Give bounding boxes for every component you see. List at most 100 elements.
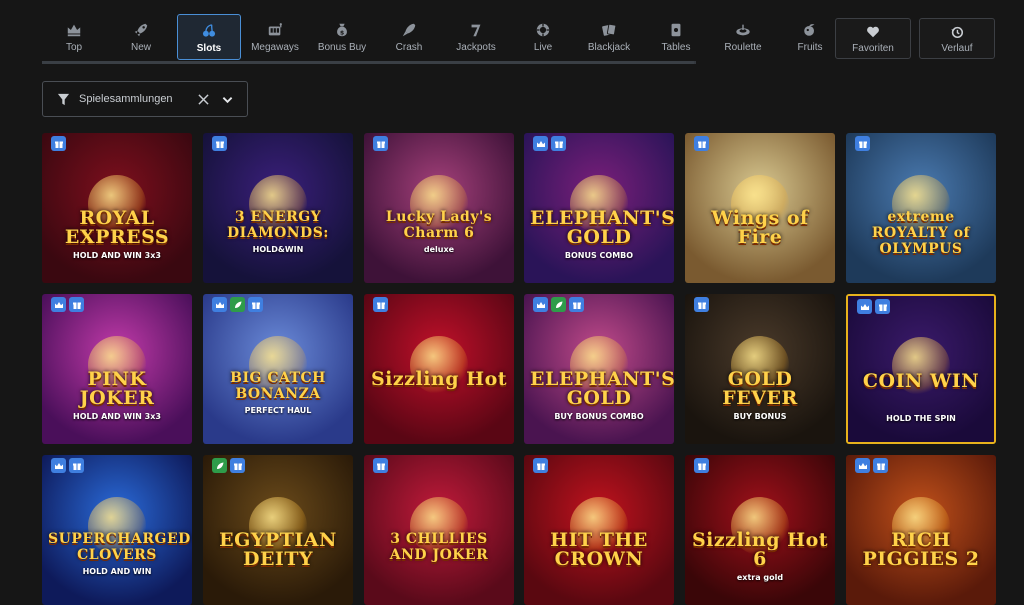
gift-badge-icon xyxy=(569,297,584,312)
game-badges xyxy=(533,297,584,312)
game-badges xyxy=(855,136,870,151)
favorites-button[interactable]: Favoriten xyxy=(835,18,911,59)
game-collections-filter[interactable]: Spielesammlungen xyxy=(42,81,248,117)
tab-label: Crash xyxy=(395,42,423,53)
game-tile[interactable]: ELEPHANT'S GOLD BONUS COMBO xyxy=(524,133,674,283)
game-title: PINK JOKER xyxy=(79,368,155,409)
game-badges xyxy=(533,458,548,473)
game-title: Sizzling Hot xyxy=(370,368,508,390)
tab-jackpots[interactable]: Jackpots xyxy=(444,14,508,60)
game-badges xyxy=(694,458,709,473)
rocket-icon xyxy=(132,21,150,39)
tab-label: Top xyxy=(65,42,83,53)
category-nav: Top New Slots Megaways $ Bonus Buy Crash Jackpo… xyxy=(42,12,823,64)
roulette-wheel-icon xyxy=(734,21,752,39)
crown-badge-icon xyxy=(51,297,66,312)
game-tile[interactable]: HIT THE CROWN xyxy=(524,455,674,605)
svg-text:$: $ xyxy=(340,29,344,36)
rocket-launch-icon xyxy=(400,21,418,39)
tab-fruits[interactable]: Fruits xyxy=(778,14,842,60)
game-tile[interactable]: GOLD FEVER BUY BONUS xyxy=(685,294,835,444)
game-subtitle: BUY BONUS xyxy=(733,412,787,421)
tab-label: Fruits xyxy=(797,42,823,53)
game-tile[interactable]: COIN WIN HOLD THE SPIN xyxy=(846,294,996,444)
tab-new[interactable]: New xyxy=(109,14,173,60)
game-badges xyxy=(373,458,388,473)
tab-bonus-buy[interactable]: $ Bonus Buy xyxy=(310,14,374,60)
game-tile[interactable]: ROYAL EXPRESS HOLD AND WIN 3x3 xyxy=(42,133,192,283)
game-tile[interactable]: 3 CHILLIES AND JOKER xyxy=(364,455,514,605)
gift-badge-icon xyxy=(875,299,890,314)
history-button[interactable]: Verlauf xyxy=(919,18,995,59)
game-tile[interactable]: PINK JOKER HOLD AND WIN 3x3 xyxy=(42,294,192,444)
game-badges xyxy=(855,458,888,473)
tab-slots[interactable]: Slots xyxy=(177,14,241,60)
seven-icon xyxy=(467,21,485,39)
favorites-label: Favoriten xyxy=(852,42,894,54)
game-tile[interactable]: ELEPHANT'S GOLD BUY BONUS COMBO xyxy=(524,294,674,444)
game-title: EGYPTIAN DEITY xyxy=(219,529,337,570)
game-title: Lucky Lady's Charm 6 xyxy=(385,209,493,241)
tab-top[interactable]: Top xyxy=(42,14,106,60)
gift-badge-icon xyxy=(248,297,263,312)
gift-badge-icon xyxy=(69,297,84,312)
tab-label: Jackpots xyxy=(456,42,496,53)
crown-badge-icon xyxy=(533,136,548,151)
gift-badge-icon xyxy=(212,136,227,151)
game-subtitle: deluxe xyxy=(423,245,455,254)
gift-badge-icon xyxy=(373,297,388,312)
tab-roulette[interactable]: Roulette xyxy=(711,14,775,60)
game-subtitle: extra gold xyxy=(736,573,784,582)
gift-badge-icon xyxy=(873,458,888,473)
cherries-icon xyxy=(200,22,218,40)
game-tile[interactable]: extreme ROYALTY of OLYMPUS xyxy=(846,133,996,283)
game-badges xyxy=(51,136,66,151)
game-title: 3 CHILLIES AND JOKER xyxy=(389,531,489,563)
gift-badge-icon xyxy=(51,136,66,151)
game-title: ELEPHANT'S GOLD xyxy=(530,368,674,409)
tab-live[interactable]: Live xyxy=(511,14,575,60)
crown-badge-icon xyxy=(212,297,227,312)
game-title: ROYAL EXPRESS xyxy=(64,207,170,248)
game-tile[interactable]: EGYPTIAN DEITY xyxy=(203,455,353,605)
game-badges xyxy=(51,297,84,312)
leaf-badge-icon xyxy=(212,458,227,473)
tab-label: Roulette xyxy=(724,42,762,53)
leaf-badge-icon xyxy=(551,297,566,312)
card-table-icon xyxy=(667,21,685,39)
tab-label: Tables xyxy=(661,42,691,53)
tab-label: Blackjack xyxy=(587,42,631,53)
game-badges xyxy=(212,136,227,151)
roulette-chip-icon xyxy=(534,21,552,39)
crown-icon xyxy=(65,21,83,39)
tab-megaways[interactable]: Megaways xyxy=(243,14,307,60)
game-tile[interactable]: SUPERCHARGED CLOVERS HOLD AND WIN xyxy=(42,455,192,605)
game-subtitle: HOLD&WIN xyxy=(252,245,304,254)
gift-badge-icon xyxy=(694,297,709,312)
tab-label: Megaways xyxy=(251,42,299,53)
game-title: Wings of Fire xyxy=(711,207,809,248)
game-tile[interactable]: 3 ENERGY DIAMONDS: HOLD&WIN xyxy=(203,133,353,283)
nav-underline xyxy=(42,61,696,64)
game-badges xyxy=(212,458,245,473)
game-tile[interactable]: Sizzling Hot xyxy=(364,294,514,444)
chevron-down-icon[interactable] xyxy=(219,91,235,107)
game-tile[interactable]: Lucky Lady's Charm 6 deluxe xyxy=(364,133,514,283)
filter-funnel-icon xyxy=(57,92,71,106)
gift-badge-icon xyxy=(694,136,709,151)
game-tile[interactable]: Wings of Fire xyxy=(685,133,835,283)
tab-blackjack[interactable]: Blackjack xyxy=(577,14,641,60)
clear-filter-icon[interactable] xyxy=(195,91,211,107)
game-tile[interactable]: Sizzling Hot 6 extra gold xyxy=(685,455,835,605)
tab-crash[interactable]: Crash xyxy=(377,14,441,60)
game-tile[interactable]: BIG CATCH BONANZA PERFECT HAUL xyxy=(203,294,353,444)
game-subtitle: BONUS COMBO xyxy=(564,251,634,260)
game-badges xyxy=(533,136,566,151)
history-label: Verlauf xyxy=(941,42,973,54)
tab-tables[interactable]: Tables xyxy=(644,14,708,60)
game-tile[interactable]: RICH PIGGIES 2 xyxy=(846,455,996,605)
filter-label: Spielesammlungen xyxy=(79,93,173,105)
crown-badge-icon xyxy=(857,299,872,314)
game-subtitle: HOLD AND WIN 3x3 xyxy=(73,412,161,421)
money-bag-icon: $ xyxy=(333,21,351,39)
